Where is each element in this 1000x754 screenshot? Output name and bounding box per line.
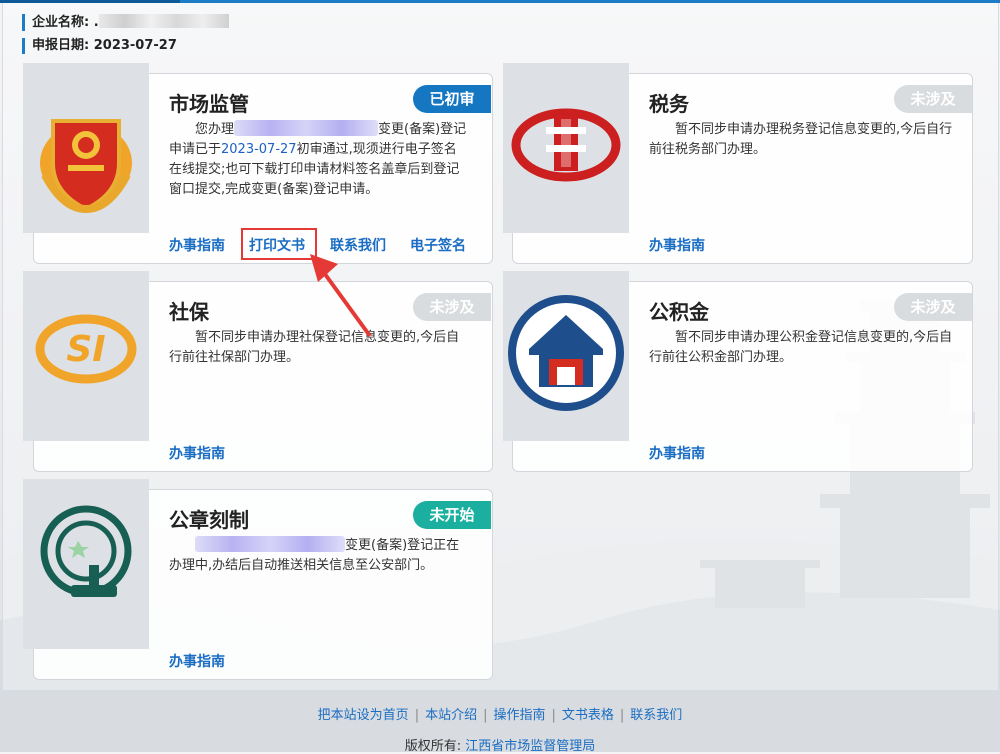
card-fund-desc: 暂不同步申请办理公积金登记信息变更的,今后自行前往公积金部门办理。: [649, 330, 953, 365]
footer-link-about[interactable]: 本站介绍: [425, 708, 477, 723]
card-market-title: 市场监管: [169, 92, 249, 116]
tax-emblem: [503, 63, 629, 233]
separator: |: [483, 708, 488, 723]
status-badge-not-involved: 未涉及: [894, 293, 972, 321]
emblem-icon: [40, 119, 132, 214]
footer-link-guide[interactable]: 操作指南: [493, 708, 545, 723]
status-badge-not-involved: 未涉及: [413, 293, 491, 321]
top-active-tab: [0, 0, 180, 3]
company-name-label: 企业名称:: [32, 15, 90, 30]
company-name-redaction: [98, 14, 229, 28]
tax-icon: [511, 108, 621, 182]
footer-link-set-homepage[interactable]: 把本站设为首页: [318, 708, 409, 723]
footer-link-contact[interactable]: 联系我们: [630, 708, 682, 723]
svg-text:SI: SI: [66, 329, 105, 370]
status-badge-preliminary: 已初审: [413, 85, 491, 113]
social-security-emblem: SI: [23, 271, 149, 441]
tax-guide-link[interactable]: 办事指南: [649, 235, 705, 255]
report-date-label: 申报日期:: [32, 38, 90, 53]
card-seal-desc: 变更(备案)登记正在办理中,办结后自动推送相关信息至公安部门。: [169, 536, 469, 576]
separator: |: [414, 708, 420, 723]
status-badge-not-involved: 未涉及: [894, 85, 972, 113]
market-guide-link[interactable]: 办事指南: [169, 235, 225, 255]
housing-fund-emblem: [503, 271, 629, 441]
report-date-value: 2023-07-27: [93, 38, 177, 53]
footer-link-forms[interactable]: 文书表格: [562, 708, 614, 723]
separator: |: [551, 708, 556, 723]
market-supervision-emblem: [23, 63, 149, 233]
card-social-title: 社保: [169, 300, 209, 324]
redacted-text: [234, 120, 379, 136]
redacted-text: [195, 536, 345, 552]
card-tax-desc: 暂不同步申请办理税务登记信息变更的,今后自行前往税务部门办理。: [649, 122, 953, 157]
company-name-row: 企业名称: .: [22, 14, 229, 31]
separator: |: [619, 708, 625, 723]
housing-fund-icon: [508, 295, 624, 411]
market-desc-part-a: 您办理: [195, 122, 235, 137]
social-guide-link[interactable]: 办事指南: [169, 443, 225, 463]
social-security-icon: SI: [35, 314, 137, 384]
card-tax-title: 税务: [649, 92, 689, 116]
market-desc-date: 2023-07-27: [221, 142, 297, 157]
card-seal-title: 公章刻制: [169, 508, 249, 532]
card-market-desc: 您办理 变更(备案)登记申请已于2023-07-27初审通过,现须进行电子签名在线…: [169, 120, 469, 200]
stamp-icon: [40, 505, 132, 597]
report-date-row: 申报日期: 2023-07-27: [22, 38, 177, 54]
annotation-arrow-icon: [310, 254, 372, 338]
seal-guide-link[interactable]: 办事指南: [169, 651, 225, 671]
card-fund-title: 公积金: [649, 300, 709, 324]
footer-nav: 把本站设为首页 | 本站介绍 | 操作指南 | 文书表格 | 联系我们: [0, 704, 1000, 723]
copyright: 版权所有: 江西省市场监督管理局: [0, 735, 1000, 754]
e-signature-link[interactable]: 电子签名: [410, 235, 466, 255]
status-badge-not-started: 未开始: [413, 501, 491, 529]
fund-guide-link[interactable]: 办事指南: [649, 443, 705, 463]
seal-engraving-emblem: [23, 479, 149, 649]
